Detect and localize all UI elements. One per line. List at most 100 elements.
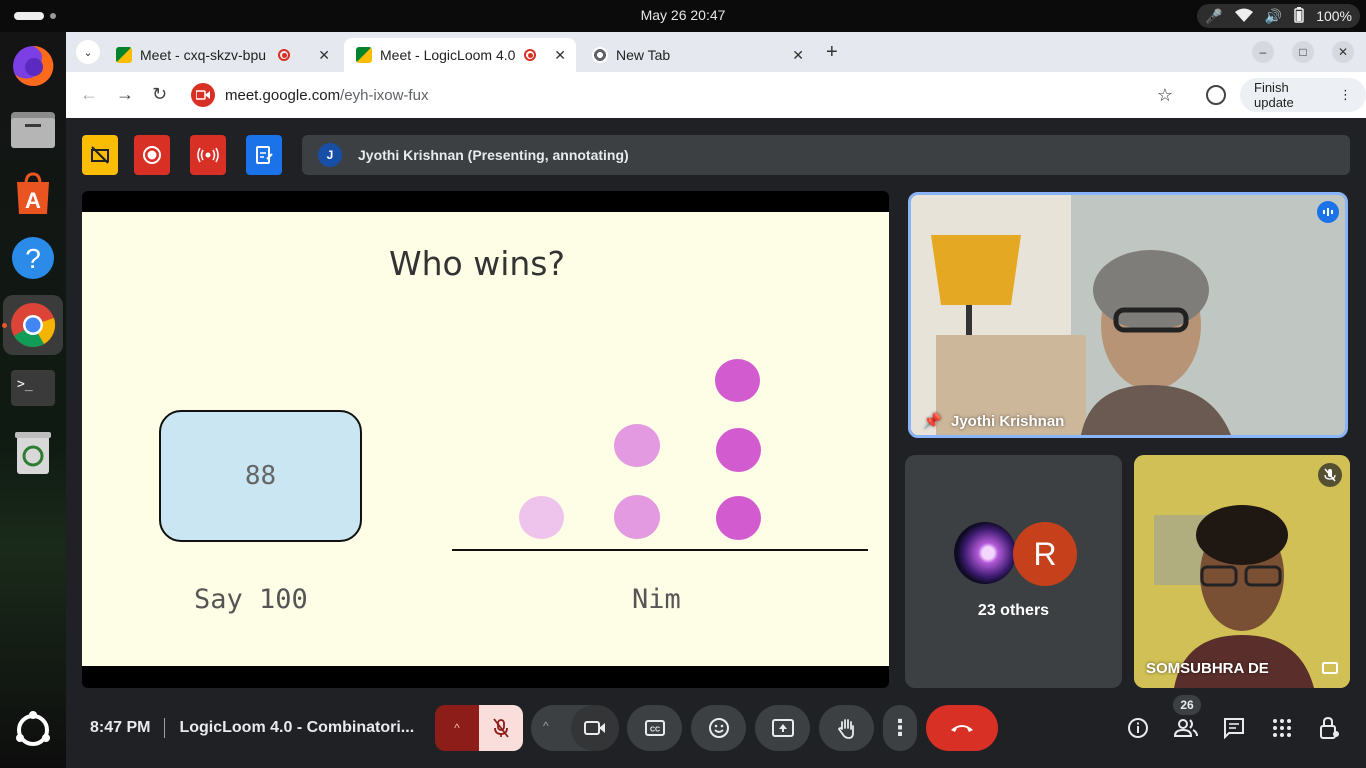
meeting-title: LogicLoom 4.0 - Combinatori...	[179, 719, 415, 736]
chrome-icon[interactable]	[3, 295, 63, 355]
speaking-indicator-icon	[1317, 201, 1339, 223]
meeting-time: 8:47 PM	[90, 719, 151, 736]
pin-icon[interactable]: 📌	[923, 412, 942, 430]
browser-window: ⌄ Meet - cxq-skzv-bpu ✕ Meet - LogicLoom…	[66, 32, 1366, 118]
notes-button[interactable]	[246, 135, 282, 175]
hang-up-icon	[951, 725, 973, 732]
tab-new-tab[interactable]: New Tab ✕	[580, 38, 814, 72]
host-controls-button[interactable]	[1316, 714, 1344, 742]
camera-icon	[584, 721, 605, 735]
presenting-banner: J Jyothi Krishnan (Presenting, annotatin…	[302, 135, 1350, 175]
system-tray[interactable]: 🎤 🔊 100%	[1197, 4, 1360, 28]
camera-button[interactable]	[571, 705, 619, 751]
captions-icon: CC	[644, 720, 665, 736]
nim-label: Nim	[632, 584, 681, 615]
chrome-favicon-icon	[592, 47, 608, 63]
live-stream-button[interactable]	[190, 135, 226, 175]
show-apps-icon[interactable]	[9, 706, 57, 754]
omnibar: ← → ↻ meet.google.com/eyh-ixow-fux ☆ Fin…	[66, 72, 1366, 118]
chat-button[interactable]	[1220, 714, 1248, 742]
running-indicator	[2, 323, 7, 328]
camera-control-group: ^	[531, 705, 619, 751]
terminal-icon[interactable]: >_	[9, 364, 57, 412]
more-options-button[interactable]: ⋮	[883, 705, 917, 751]
camera-site-icon	[191, 83, 215, 107]
pip-icon[interactable]	[1322, 662, 1338, 674]
video-settings-button[interactable]: ^	[543, 719, 549, 733]
activities-button[interactable]	[1268, 714, 1296, 742]
tab-strip: ⌄ Meet - cxq-skzv-bpu ✕ Meet - LogicLoom…	[66, 32, 1366, 72]
people-button[interactable]	[1172, 714, 1200, 742]
meeting-details-button[interactable]	[1124, 714, 1152, 742]
chevron-down-icon: ⌄	[83, 46, 93, 59]
system-clock[interactable]: May 26 20:47	[0, 7, 1366, 23]
present-now-button[interactable]	[755, 705, 810, 751]
participant-name: SOMSUBHRA DE	[1146, 660, 1269, 677]
minimize-button[interactable]: –	[1252, 41, 1274, 63]
audio-settings-button[interactable]: ^	[435, 705, 479, 751]
people-icon	[1174, 719, 1198, 737]
system-top-bar: May 26 20:47 🎤 🔊 100%	[0, 0, 1366, 32]
svg-text:CC: CC	[649, 727, 659, 734]
trash-icon[interactable]	[9, 430, 57, 478]
others-count: 23 others	[977, 602, 1050, 619]
back-button[interactable]: ←	[80, 84, 98, 105]
recording-icon	[524, 49, 536, 61]
firefox-icon[interactable]	[9, 42, 57, 90]
meeting-info: 8:47 PM LogicLoom 4.0 - Combinatori...	[90, 718, 414, 738]
meet-app: J Jyothi Krishnan (Presenting, annotatin…	[66, 118, 1366, 768]
more-vert-icon: ⋮	[1339, 87, 1352, 102]
forward-button[interactable]: →	[116, 84, 134, 105]
nim-counter	[614, 495, 660, 539]
raise-hand-button[interactable]	[819, 705, 874, 751]
mic-control-group: ^	[435, 705, 523, 751]
close-icon[interactable]: ✕	[792, 47, 804, 64]
participant-video-tile[interactable]: SOMSUBHRA DE	[1134, 455, 1350, 688]
help-icon[interactable]: ?	[9, 234, 57, 282]
unmute-button[interactable]	[479, 705, 523, 751]
presenter-video-tile[interactable]: 📌 Jyothi Krishnan	[908, 192, 1348, 438]
reload-button[interactable]: ↻	[152, 84, 167, 105]
close-icon[interactable]: ✕	[318, 47, 330, 64]
close-icon[interactable]: ✕	[554, 47, 566, 64]
new-tab-button[interactable]: +	[826, 41, 838, 64]
dock: A ? >_	[0, 32, 66, 768]
captions-button[interactable]: CC	[627, 705, 682, 751]
app-center-icon[interactable]: A	[9, 170, 57, 218]
apps-grid-icon	[1273, 719, 1291, 737]
slide: Who wins? 88 Say 100 Nim	[82, 212, 889, 666]
info-icon	[1128, 718, 1148, 738]
profile-icon[interactable]	[1206, 85, 1226, 105]
slide-title: Who wins?	[388, 244, 565, 283]
tab-search-button[interactable]: ⌄	[76, 40, 100, 64]
mic-off-icon	[493, 718, 509, 738]
nim-counter	[716, 428, 761, 472]
emoji-icon	[708, 718, 729, 738]
wifi-icon	[1234, 8, 1253, 25]
tab-meet-logicloom[interactable]: Meet - LogicLoom 4.0 ✕	[344, 38, 576, 72]
tab-meet-cxq[interactable]: Meet - cxq-skzv-bpu ✕	[104, 38, 340, 72]
battery-icon	[1294, 6, 1304, 26]
close-window-button[interactable]: ✕	[1332, 41, 1354, 63]
bookmark-star-icon[interactable]: ☆	[1157, 85, 1173, 106]
chat-icon	[1224, 718, 1244, 739]
files-icon[interactable]	[9, 106, 57, 154]
presenting-text: Jyothi Krishnan (Presenting, annotating)	[358, 147, 629, 163]
finish-update-button[interactable]: Finish update ⋮	[1240, 78, 1366, 112]
reactions-button[interactable]	[691, 705, 746, 751]
hide-captions-button[interactable]	[82, 135, 118, 175]
nim-counter	[715, 359, 760, 402]
maximize-button[interactable]: □	[1292, 41, 1314, 63]
address-bar[interactable]: meet.google.com/eyh-ixow-fux ☆	[187, 78, 1189, 112]
svg-text:>_: >_	[17, 377, 33, 392]
microphone-in-use-icon: 🎤	[1205, 7, 1223, 24]
recording-status-button[interactable]	[134, 135, 170, 175]
say-100-label: Say 100	[194, 584, 308, 615]
others-tile[interactable]: R 23 others	[905, 455, 1122, 688]
volume-icon: 🔊	[1264, 7, 1283, 24]
recording-icon	[278, 49, 291, 61]
people-count-badge: 26	[1173, 695, 1201, 715]
leave-call-button[interactable]	[926, 705, 998, 751]
presentation-area[interactable]: Who wins? 88 Say 100 Nim	[82, 191, 889, 688]
meet-favicon-icon	[116, 47, 132, 63]
